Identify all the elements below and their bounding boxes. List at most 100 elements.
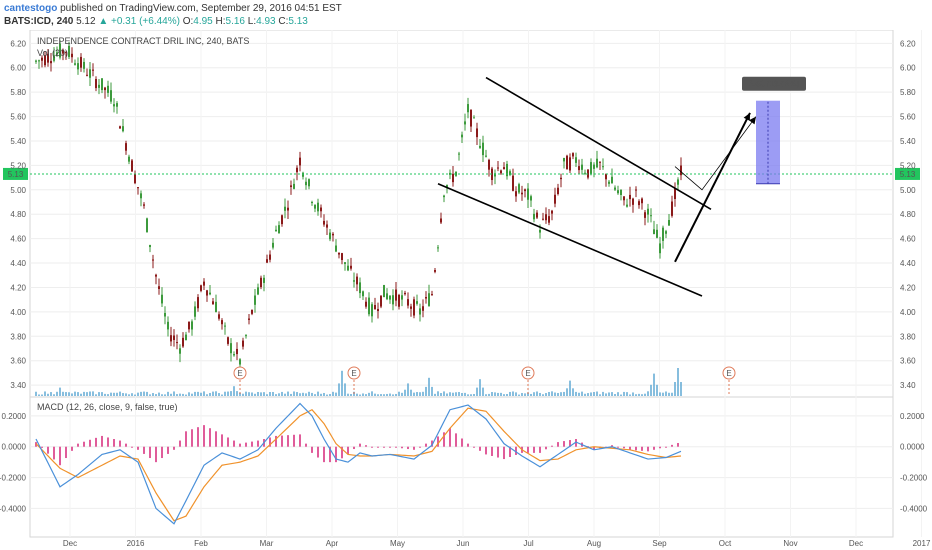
macd-histogram-bar [377,446,379,448]
macd-histogram-bar [239,443,241,447]
candle-body [368,297,370,315]
macd-histogram-bar [293,434,295,447]
macd-histogram-bar [317,446,319,458]
volume-bar [662,392,664,396]
volume-bar [431,386,433,396]
candle-body [512,175,514,191]
volume-bar [125,393,127,396]
candle-body [569,157,571,171]
candle-body [338,252,340,255]
candle-body [314,204,316,209]
volume-bar [617,392,619,396]
candle-body [515,191,517,197]
volume-bar [599,394,601,396]
volume-bar [557,392,559,396]
candle-body [389,295,391,300]
candle-body [401,295,403,300]
volume-bar [95,394,97,396]
volume-bar [404,389,406,396]
volume-bar [452,392,454,396]
volume-bar [215,391,217,396]
symbol-label[interactable]: BATS:ICD, 240 [4,16,73,27]
candle-body [548,216,550,223]
volume-bar [320,393,322,396]
macd-histogram-bar [101,435,103,447]
y-tick-right: 5.60 [900,113,916,122]
volume-bar [602,391,604,396]
candle-body [89,69,91,78]
y-tick-left: 4.00 [10,308,26,317]
candle-body [422,306,424,311]
macd-histogram-bar [233,440,235,447]
volume-bar [224,391,226,396]
volume-bar [587,393,589,396]
macd-histogram-bar [89,439,91,447]
volume-bar [83,391,85,396]
macd-histogram-bar [401,446,403,449]
candle-body [584,172,586,174]
macd-histogram-bar [653,446,655,450]
candle-body [281,215,283,225]
volume-bar [518,394,520,396]
candle-body [152,259,154,261]
y-tick-right: 3.80 [900,332,916,341]
candle-body [182,337,184,347]
x-tick: 2017 [913,539,931,548]
candle-body [533,213,535,220]
ohlc-o-label: O: [182,16,194,27]
macd-histogram-bar [419,446,421,448]
candle-body [440,218,442,223]
volume-bar [680,382,682,396]
candle-body [107,85,109,93]
candle-body [173,335,175,340]
candle-body [503,167,505,170]
y-tick-right: 4.20 [900,283,916,292]
candle-body [242,340,244,347]
volume-bar [137,392,139,396]
candle-body [284,206,286,211]
chart-canvas[interactable]: 5.13 5.13 0.68 (13.53%) E E E E 6.20 6.20 6.00… [0,30,932,550]
volume-bar [188,392,190,396]
macd-histogram-bar [539,446,541,453]
macd-pane[interactable] [29,396,894,538]
candle-body [341,253,343,261]
macd-histogram-bar [353,446,355,450]
x-tick: Dec [849,539,863,548]
candle-body [416,301,418,304]
volume-bar [611,392,613,396]
volume-bar [251,392,253,396]
volume-bar [341,370,343,396]
volume-bar [554,392,556,396]
candle-body [590,162,592,174]
candle-body [545,214,547,221]
volume-bar [287,391,289,396]
candle-body [566,155,568,170]
volume-bar [227,391,229,396]
volume-bar [170,393,172,396]
candle-body [308,179,310,187]
volume-bar [410,389,412,396]
candle-body [680,165,682,176]
volume-bar [53,394,55,396]
candle-body [485,155,487,157]
volume-bar [173,391,175,396]
author-link[interactable]: cantestogo [4,3,57,14]
candle-body [557,187,559,195]
candle-body [392,295,394,305]
volume-bar [191,393,193,396]
candle-body [179,348,181,354]
ohlc-close: 5.13 [288,16,308,27]
candle-body [101,78,103,91]
candle-body [305,181,307,186]
volume-bar [329,394,331,396]
candle-body [638,201,640,206]
macd-histogram-bar [287,435,289,447]
y-tick-right: 3.60 [900,357,916,366]
macd-histogram-bar [155,446,157,463]
y-tick-right: 6.20 [900,39,916,48]
candle-body [350,265,352,269]
volume-bar [668,392,670,396]
candle-body [170,335,172,342]
x-tick: Aug [587,539,601,548]
macd-histogram-bar [143,446,145,454]
